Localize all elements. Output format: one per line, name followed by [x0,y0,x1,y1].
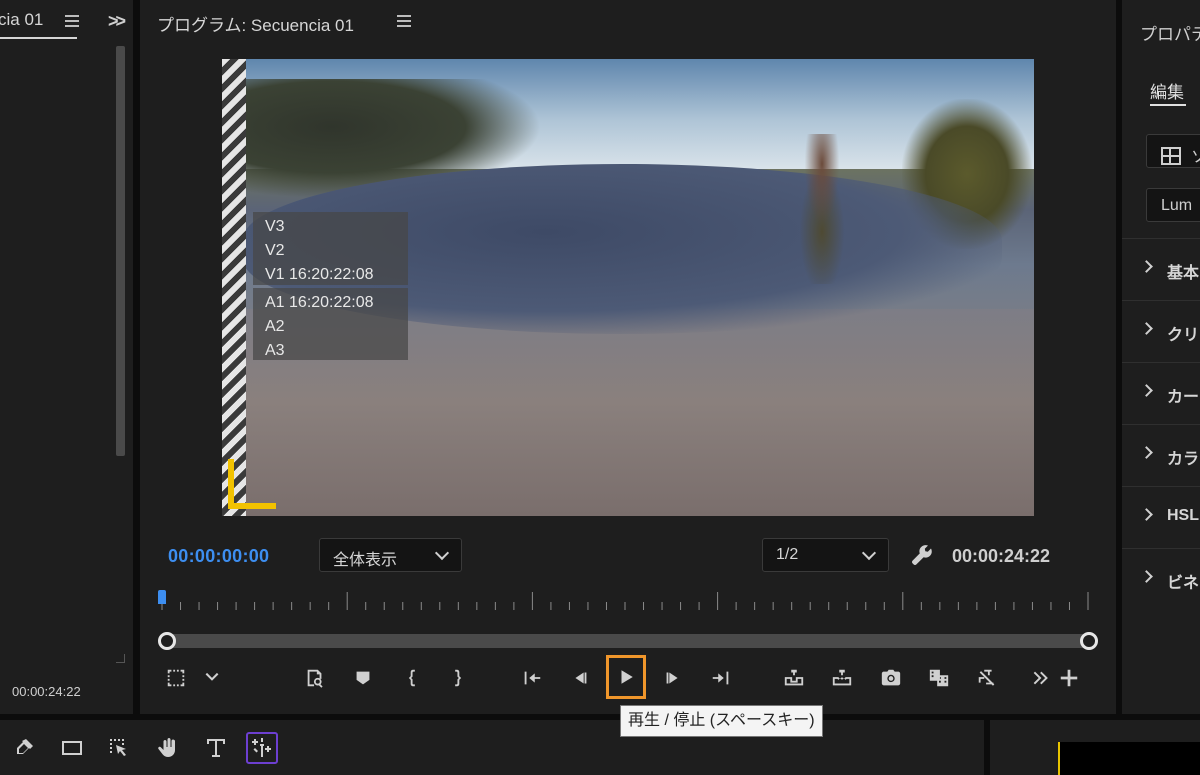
safe-margins-icon[interactable] [161,664,191,692]
comparison-view-icon[interactable] [924,664,954,692]
grid-icon [1161,147,1181,165]
extract-icon[interactable] [827,664,857,692]
active-tab-underline [1150,104,1186,106]
video-skater [787,134,857,284]
video-track-overlay: V3 V2 V1 16:20:22:08 [253,212,408,285]
active-tab-underline [0,37,77,39]
playhead[interactable] [158,590,166,604]
time-ruler[interactable] [158,588,1092,614]
section-label: HSL [1167,507,1199,524]
chevron-right-icon [1140,570,1153,583]
step-forward-icon[interactable] [658,664,688,692]
section-color-wheels[interactable]: カラ [1122,424,1200,486]
hand-tool-icon[interactable] [152,732,184,764]
chevron-down-icon [861,545,877,561]
lumetri-preset-label: Lum [1161,197,1193,214]
zoom-handle-end[interactable] [1080,632,1098,650]
resize-handle-icon[interactable] [116,654,125,663]
wrench-icon[interactable] [910,543,936,569]
properties-panel: プロパテ 編集 ソ Lum 基本 クリ カー カラ HSL ビネ [1122,0,1200,714]
transport-controls [140,654,1116,702]
source-timecode: 00:00:24:22 [12,684,81,699]
zoom-scroll-bar[interactable] [158,630,1100,652]
source-tab-title[interactable]: cia 01 [0,10,43,30]
zoom-level-value: 全体表示 [333,552,398,569]
chevron-down-icon[interactable] [197,664,227,692]
timeline-playhead[interactable] [1058,742,1200,775]
chevron-right-icon [1140,322,1153,335]
chevron-right-icon [1140,384,1153,397]
chevron-right-icon [1140,508,1153,521]
mark-out-icon[interactable] [442,664,472,692]
chevron-right-icon [1140,260,1153,273]
chevron-right-icon [1140,446,1153,459]
go-to-out-icon[interactable] [706,664,736,692]
mark-in-icon[interactable] [398,664,428,692]
track-label: V1 16:20:22:08 [265,266,374,283]
lumetri-preset-selector[interactable]: Lum [1146,188,1200,222]
play-stop-tooltip: 再生 / 停止 (スペースキー) [620,705,823,737]
track-label: A3 [265,342,285,359]
proxy-toggle-icon[interactable] [972,664,1002,692]
section-basic[interactable]: 基本 [1122,238,1200,300]
panel-overflow-icon[interactable]: >> [108,11,126,32]
add-button-icon[interactable] [1054,664,1084,692]
type-tool-icon[interactable] [200,732,232,764]
tab-edit[interactable]: 編集 [1150,78,1184,103]
source-clip-selector[interactable]: ソ [1146,134,1200,168]
duration-timecode: 00:00:24:22 [952,546,1051,566]
overflow-chevron-icon[interactable] [1026,664,1056,692]
playback-resolution-value: 1/2 [776,546,799,563]
track-label: V2 [265,242,285,259]
safe-margin-corner [228,459,276,509]
playback-resolution-dropdown[interactable]: 1/2 [762,538,889,572]
section-curves[interactable]: カー [1122,362,1200,424]
track-select-tool-icon[interactable] [104,732,136,764]
section-label: ビネ [1167,575,1200,592]
timeline-panel [990,720,1200,775]
rectangle-tool-icon[interactable] [56,732,88,764]
source-clip-label: ソ [1191,149,1200,166]
remix-tool-icon[interactable] [246,732,278,764]
play-icon [621,670,633,684]
section-creative[interactable]: クリ [1122,300,1200,362]
scrollbar[interactable] [116,46,125,456]
camera-icon[interactable] [876,664,906,692]
pen-tool-icon[interactable] [8,732,40,764]
current-timecode[interactable]: 00:00:00:00 [168,546,269,567]
section-label: カラ [1167,451,1200,468]
audio-track-overlay: A1 16:20:22:08 A2 A3 [253,288,408,360]
properties-panel-title[interactable]: プロパテ [1140,20,1200,45]
program-monitor-panel: プログラム: Secuencia 01 V3 V2 V1 16:20:22:08… [140,0,1116,714]
add-marker-icon[interactable] [348,664,378,692]
track-label: A1 16:20:22:08 [265,294,374,311]
panel-menu-icon[interactable] [397,15,411,27]
zoom-level-dropdown[interactable]: 全体表示 [319,538,462,572]
lift-icon[interactable] [779,664,809,692]
overscan-stripes [222,59,246,516]
step-back-icon[interactable] [565,664,595,692]
go-to-in-icon[interactable] [517,664,547,692]
zoom-handle-start[interactable] [158,632,176,650]
source-panel: cia 01 >> 00:00:24:22 [0,0,133,714]
zoom-scroll-track[interactable] [166,634,1090,648]
section-vignette[interactable]: ビネ [1122,548,1200,610]
track-label: A2 [265,318,285,335]
panel-menu-icon[interactable] [65,15,79,27]
play-stop-button[interactable] [606,655,646,699]
chevron-down-icon [434,545,450,561]
program-video-frame[interactable]: V3 V2 V1 16:20:22:08 A1 16:20:22:08 A2 A… [222,59,1034,516]
section-label: クリ [1167,327,1200,344]
section-label: カー [1167,389,1200,406]
lift-extract-icon[interactable] [300,664,330,692]
track-label: V3 [265,218,285,235]
tools-panel [0,720,984,775]
program-monitor-title[interactable]: プログラム: Secuencia 01 [157,11,354,36]
section-hsl[interactable]: HSL [1122,486,1200,548]
section-label: 基本 [1167,265,1200,282]
